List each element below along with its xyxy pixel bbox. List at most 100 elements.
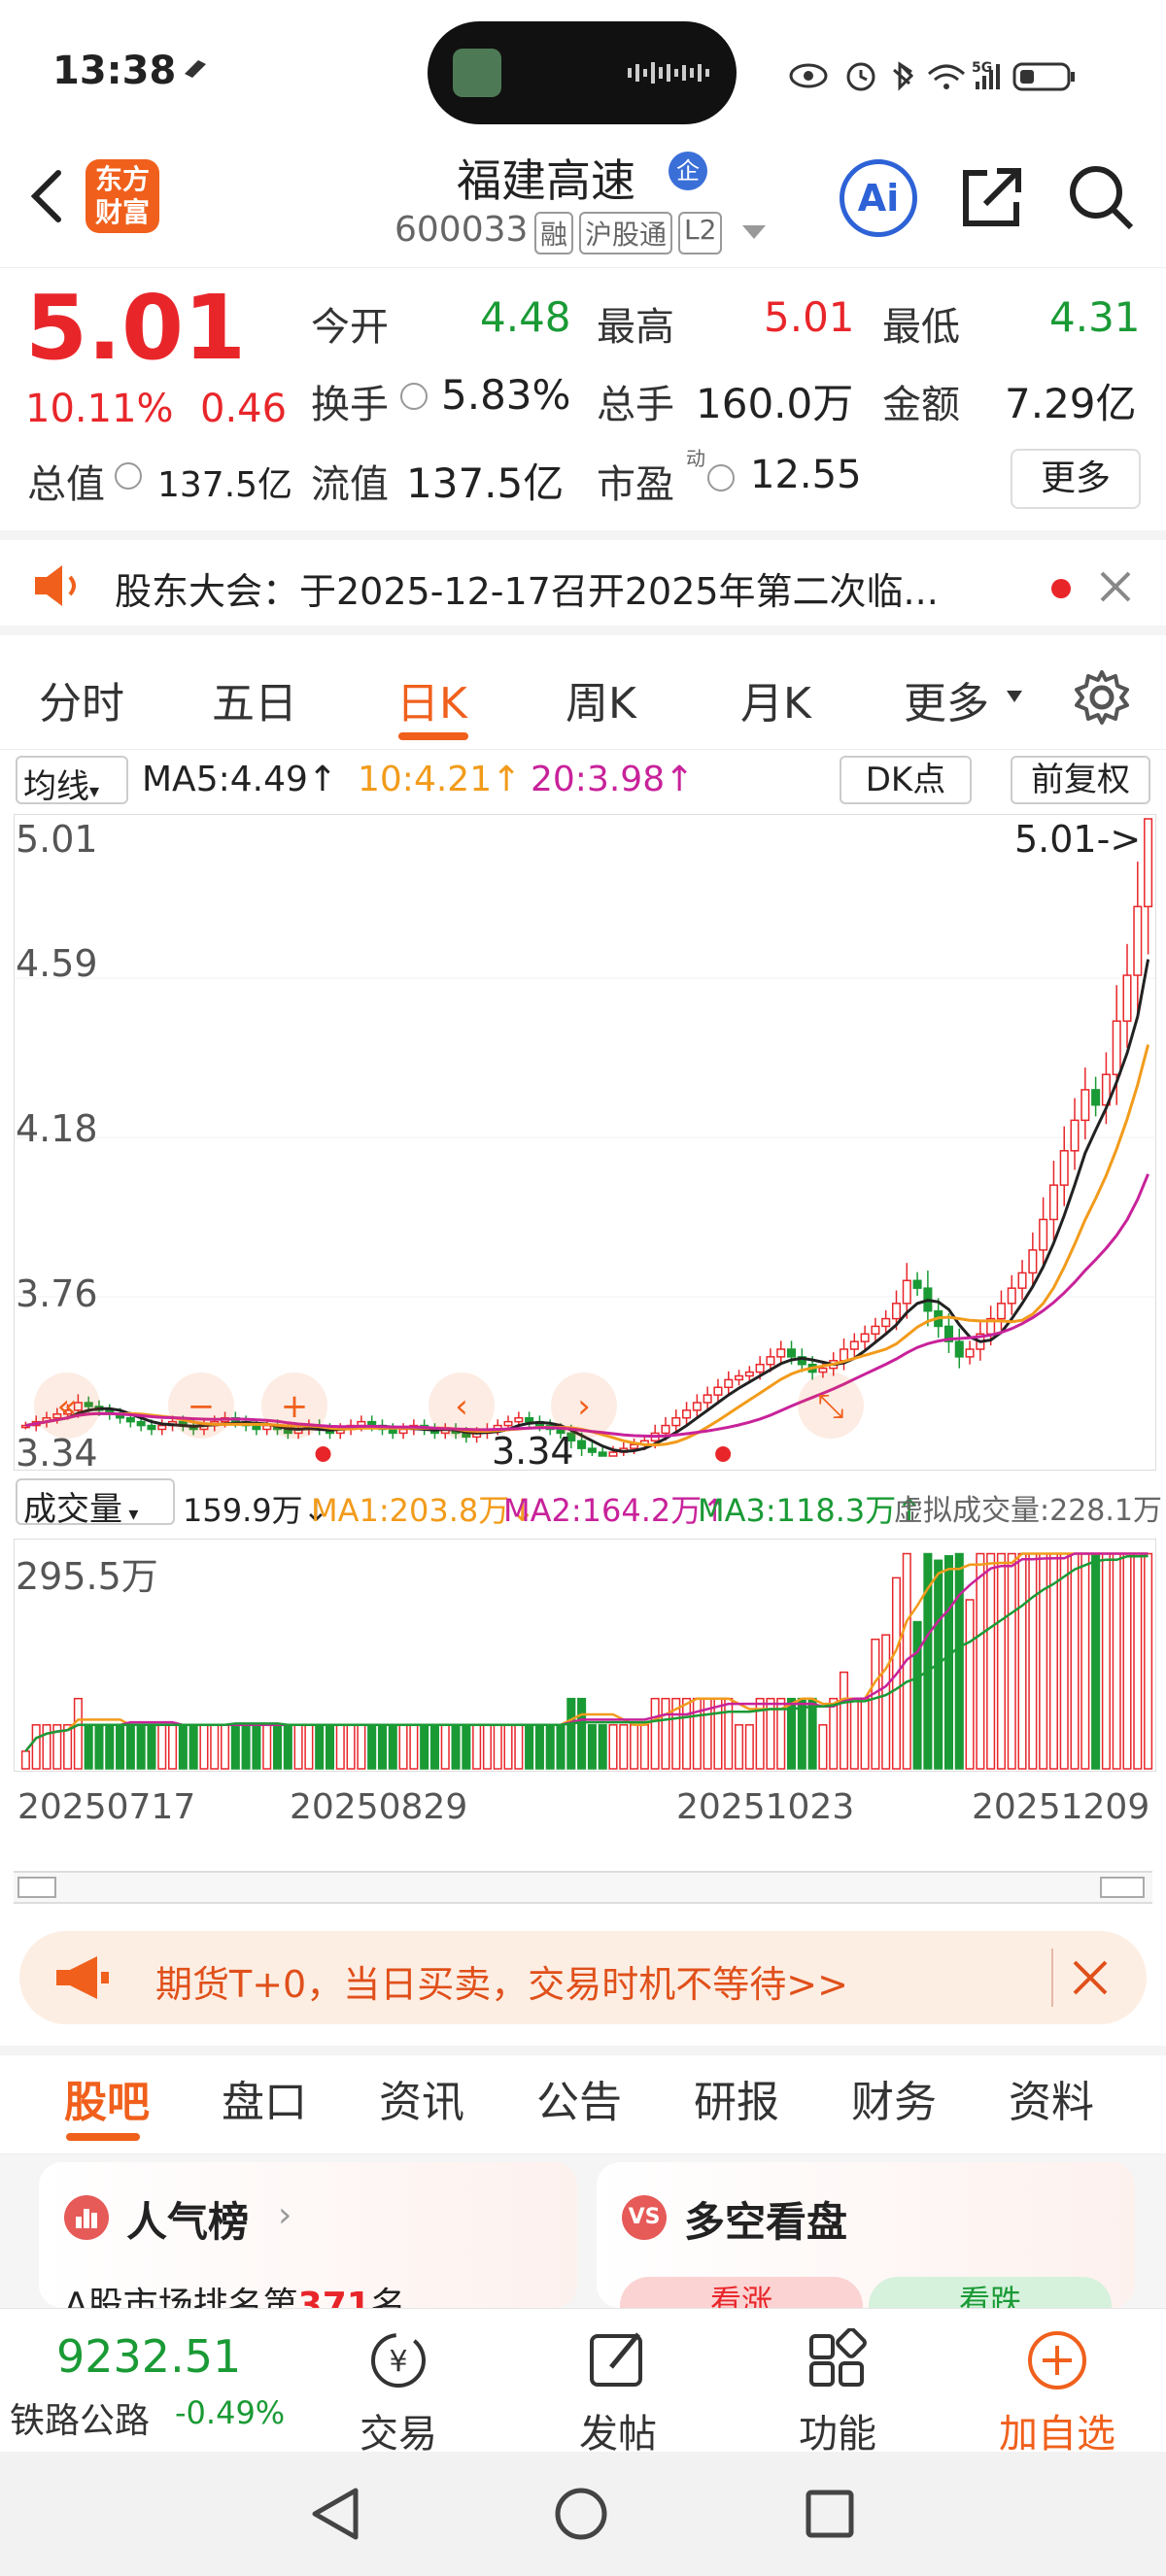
volume-selector[interactable]: 成交量 ▾ bbox=[16, 1478, 175, 1529]
tab-pankou[interactable]: 盘口 bbox=[222, 2067, 307, 2129]
index-change: -0.49% bbox=[175, 2394, 286, 2431]
app-icon bbox=[453, 49, 501, 97]
vol-ma1: MA1:203.8万↓ bbox=[311, 1492, 536, 1529]
close-icon[interactable] bbox=[1071, 1958, 1110, 1997]
candle-body bbox=[881, 1317, 891, 1328]
candle-body bbox=[577, 1440, 587, 1449]
ma10-value: 10:4.21↑ bbox=[358, 760, 522, 799]
indicator-selector[interactable]: 均线▾ bbox=[16, 756, 128, 806]
tab-five-day[interactable]: 五日 bbox=[212, 668, 297, 730]
nav-post[interactable]: 发帖 bbox=[540, 2328, 696, 2458]
info-icon[interactable] bbox=[400, 383, 428, 410]
volume-bar bbox=[1080, 1552, 1090, 1770]
info-icon[interactable] bbox=[707, 464, 735, 491]
tab-research[interactable]: 研报 bbox=[694, 2067, 779, 2129]
volume-bar bbox=[189, 1724, 198, 1770]
volume-bar bbox=[954, 1552, 964, 1770]
share-icon[interactable] bbox=[958, 163, 1026, 231]
open-label: 今开 bbox=[311, 305, 389, 350]
period-tabs: 分时 五日 日K 周K 月K 更多 bbox=[0, 641, 1166, 750]
tab-daily-k[interactable]: 日K bbox=[396, 668, 467, 730]
caret-down-icon bbox=[1007, 688, 1022, 702]
volume-bar bbox=[451, 1724, 461, 1770]
volume-bar bbox=[105, 1724, 115, 1770]
adjust-button[interactable]: 前复权 bbox=[1011, 756, 1150, 804]
tab-profile[interactable]: 资料 bbox=[1009, 2067, 1094, 2129]
search-icon[interactable] bbox=[1067, 163, 1135, 231]
bottom-nav: 9232.51 铁路公路 -0.49% ¥ 交易 发帖 功能 加自选 bbox=[0, 2308, 1166, 2457]
chart-range-scrollbar[interactable] bbox=[14, 1871, 1152, 1904]
total-value: 137.5亿 bbox=[157, 465, 293, 505]
tab-finance[interactable]: 财务 bbox=[851, 2067, 937, 2129]
tab-intraday[interactable]: 分时 bbox=[39, 668, 124, 730]
candle-body bbox=[1070, 1119, 1080, 1152]
promo-banner[interactable]: 期货T+0，当日买卖，交易时机不等待>> bbox=[19, 1931, 1147, 2024]
volume-chart[interactable] bbox=[14, 1539, 1156, 1772]
tab-announcements[interactable]: 公告 bbox=[536, 2067, 622, 2129]
banner-divider bbox=[1051, 1949, 1053, 2007]
recents-square-icon[interactable] bbox=[803, 2487, 857, 2541]
nav-trade[interactable]: ¥ 交易 bbox=[321, 2328, 476, 2458]
candle-body bbox=[1080, 1089, 1090, 1122]
back-icon[interactable] bbox=[23, 167, 72, 225]
vol-ma3: MA3:118.3万↑ bbox=[698, 1492, 923, 1529]
candle-body bbox=[671, 1416, 681, 1427]
trade-icon: ¥ bbox=[371, 2333, 426, 2388]
tab-more[interactable]: 更多 bbox=[904, 668, 989, 730]
volume-bar bbox=[168, 1724, 178, 1770]
close-icon[interactable] bbox=[1096, 567, 1135, 606]
date-2: 20251023 bbox=[676, 1787, 855, 1827]
nav-features[interactable]: 功能 bbox=[760, 2327, 915, 2458]
indicator-selector-label: 均线 bbox=[23, 767, 89, 806]
volume-bar bbox=[976, 1552, 985, 1770]
chevron-down-icon[interactable] bbox=[742, 225, 766, 241]
back-triangle-icon[interactable] bbox=[307, 2485, 361, 2543]
volume-bar bbox=[136, 1724, 146, 1770]
volume-bar bbox=[335, 1724, 345, 1770]
tab-monthly-k[interactable]: 月K bbox=[740, 668, 811, 730]
volume-bar bbox=[409, 1724, 419, 1770]
more-button[interactable]: 更多 bbox=[1011, 449, 1141, 509]
bullish-button[interactable]: 看涨 bbox=[620, 2277, 863, 2308]
volume-bar bbox=[986, 1552, 996, 1770]
notice-bar[interactable]: 股东大会：于2025-12-17召开2025年第二次临... bbox=[0, 530, 1166, 635]
notification-icon bbox=[181, 54, 210, 84]
dk-point-button[interactable]: DK点 bbox=[840, 756, 972, 804]
kline-svg[interactable]: « − + ‹ › ⤡ bbox=[15, 815, 1157, 1472]
tab-news[interactable]: 资讯 bbox=[379, 2067, 464, 2129]
info-icon[interactable] bbox=[115, 462, 142, 490]
candle-body bbox=[713, 1386, 723, 1396]
dk-marker bbox=[715, 1446, 732, 1462]
candle-body bbox=[514, 1416, 524, 1423]
volume-bar bbox=[608, 1724, 618, 1770]
stock-header: 东方 财富 福建高速 企 600033 融 沪股通 L2 Ai bbox=[0, 146, 1166, 268]
gear-icon[interactable] bbox=[1073, 668, 1131, 727]
volume-bar bbox=[472, 1724, 482, 1770]
bearish-button[interactable]: 看跌 bbox=[869, 2277, 1112, 2308]
nav-features-label: 功能 bbox=[799, 2412, 876, 2457]
tab-weekly-k[interactable]: 周K bbox=[566, 668, 636, 730]
nav-trade-label: 交易 bbox=[360, 2412, 437, 2457]
kline-chart[interactable]: « − + ‹ › ⤡ bbox=[14, 814, 1157, 1472]
change-amount: 0.46 bbox=[200, 387, 288, 431]
scroll-handle-left[interactable] bbox=[17, 1877, 56, 1898]
nav-add-watchlist[interactable]: 加自选 bbox=[979, 2328, 1135, 2458]
home-circle-icon[interactable] bbox=[552, 2485, 610, 2543]
volume-svg[interactable] bbox=[15, 1540, 1157, 1773]
ai-button[interactable]: Ai bbox=[840, 159, 917, 237]
volume-selector-label: 成交量 bbox=[23, 1490, 122, 1529]
bull-bear-card[interactable]: VS 多空看盘 看涨 看跌 bbox=[597, 2162, 1135, 2308]
volume-bar bbox=[398, 1724, 408, 1770]
scroll-handle-right[interactable] bbox=[1100, 1877, 1145, 1898]
volume-bar bbox=[1017, 1552, 1027, 1770]
popularity-card[interactable]: 人气榜 › A股市场排名第371名 bbox=[39, 2162, 577, 2308]
volume-bar bbox=[388, 1724, 397, 1770]
tab-guba[interactable]: 股吧 bbox=[64, 2067, 150, 2129]
y-tick-3: 3.76 bbox=[16, 1272, 98, 1315]
volume-bar bbox=[1028, 1552, 1038, 1770]
index-name[interactable]: 铁路公路 bbox=[10, 2392, 150, 2443]
index-value[interactable]: 9232.51 bbox=[56, 2330, 241, 2383]
stock-name[interactable]: 福建高速 bbox=[457, 146, 635, 210]
amount-label: 金额 bbox=[882, 383, 960, 427]
volume-bar bbox=[420, 1724, 429, 1770]
